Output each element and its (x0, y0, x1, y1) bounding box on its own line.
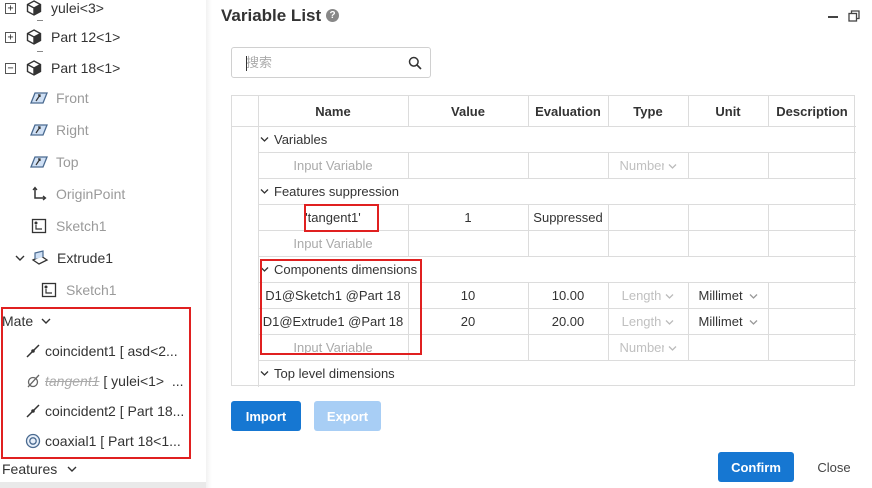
tree-item-label: Right (56, 122, 89, 138)
unit-select-value: Millimet (698, 287, 743, 303)
part-cube-icon (25, 59, 43, 77)
plane-icon (30, 89, 48, 107)
tree-scroll-track[interactable] (0, 482, 206, 488)
chevron-down-icon (668, 158, 677, 173)
tree-item-front[interactable]: Front (30, 85, 89, 111)
features-label: Features (2, 461, 58, 477)
input-variable-cell[interactable]: Input Variable (258, 230, 408, 256)
dim-value-cell[interactable]: 20 (408, 308, 528, 334)
help-icon[interactable]: ? (326, 9, 339, 22)
tree-item-extrude-sketch1[interactable]: Sketch1 (40, 277, 117, 303)
unit-select-value: Millimet (698, 313, 743, 329)
type-select[interactable]: Number (608, 334, 688, 360)
chevron-down-icon (668, 340, 677, 355)
column-header-unit[interactable]: Unit (688, 96, 768, 126)
tree-item-label: Front (56, 90, 89, 106)
search-icon[interactable] (408, 56, 422, 75)
dim-evaluation-cell: 10.00 (551, 287, 585, 303)
restore-window-icon[interactable] (848, 9, 860, 22)
dim-evaluation-cell: 20.00 (551, 313, 585, 329)
plane-icon (30, 153, 48, 171)
variable-table: Name Value Evaluation Type Unit Descript… (231, 95, 856, 387)
column-header-description[interactable]: Description (768, 96, 856, 126)
type-select[interactable]: Length (608, 282, 688, 308)
tree-item-top[interactable]: Top (30, 149, 79, 175)
suppress-evaluation-cell: Suppressed (533, 209, 603, 225)
suppress-value-cell[interactable]: 1 (408, 204, 528, 230)
expand-icon[interactable]: + (5, 2, 16, 14)
search-input[interactable] (236, 52, 396, 74)
highlight-box-mates (1, 307, 191, 459)
origin-axes-icon (30, 185, 48, 203)
part-cube-icon (25, 0, 43, 17)
unit-select[interactable]: Millimet (688, 308, 768, 334)
chevron-down-icon (665, 288, 674, 303)
column-header-value[interactable]: Value (408, 96, 528, 126)
feature-tree-panel: + yulei<3> + Part 12<1> − Part 18<1> Fro… (0, 0, 212, 488)
confirm-button[interactable]: Confirm (718, 452, 794, 482)
tree-item-originpoint[interactable]: OriginPoint (30, 181, 125, 207)
type-select[interactable]: Number (608, 152, 688, 178)
expand-icon[interactable]: + (5, 31, 16, 43)
tree-item-right[interactable]: Right (30, 117, 89, 143)
dim-value-cell[interactable]: 10 (408, 282, 528, 308)
chevron-down-icon[interactable] (260, 370, 269, 377)
tree-item-label: Sketch1 (66, 282, 117, 298)
type-select-value: Number (619, 339, 664, 355)
chevron-down-icon (749, 314, 758, 329)
text-cursor (246, 56, 247, 71)
tree-item-part12[interactable]: + Part 12<1> (5, 24, 120, 50)
search-box[interactable] (231, 47, 431, 78)
input-variable-cell[interactable]: Input Variable (258, 152, 408, 178)
group-row-top-level-dimensions[interactable]: Top level dimensions (260, 360, 395, 386)
tree-item-label: yulei<3> (51, 0, 104, 16)
tree-item-label: Part 12<1> (51, 29, 121, 45)
chevron-down-icon (749, 288, 758, 303)
column-header-evaluation[interactable]: Evaluation (528, 96, 608, 126)
plane-icon (30, 121, 48, 139)
chevron-down-icon[interactable] (260, 188, 269, 195)
tree-item-label: OriginPoint (56, 186, 126, 202)
group-label: Features suppression (274, 183, 400, 199)
type-select[interactable]: Length (608, 308, 688, 334)
chevron-down-icon[interactable] (260, 136, 269, 143)
part-cube-icon (25, 28, 43, 46)
tree-item-part18[interactable]: − Part 18<1> (5, 55, 120, 81)
group-label: Variables (274, 131, 328, 147)
tree-item-label: Sketch1 (56, 218, 107, 234)
tree-item-label: Top (56, 154, 79, 170)
group-label: Top level dimensions (274, 365, 395, 381)
highlight-box-components (260, 259, 422, 355)
variable-list-dialog: Variable List ? 搜索 Name Value Evaluation… (212, 0, 872, 488)
chevron-down-icon[interactable] (15, 254, 25, 262)
type-select-value: Length (621, 313, 662, 329)
sketch-icon (40, 281, 58, 299)
export-button[interactable]: Export (314, 401, 381, 431)
type-select-value: Number (619, 157, 664, 173)
tree-item-sketch1[interactable]: Sketch1 (30, 213, 107, 239)
tree-item-extrude1[interactable]: Extrude1 (15, 245, 113, 271)
import-button[interactable]: Import (231, 401, 301, 431)
tree-item-yulei[interactable]: + yulei<3> (5, 0, 104, 21)
sketch-icon (30, 217, 48, 235)
tree-item-label: Part 18<1> (51, 60, 121, 76)
column-header-name[interactable]: Name (258, 96, 408, 126)
collapse-icon[interactable]: − (5, 62, 16, 74)
group-row-features-suppression[interactable]: Features suppression (260, 178, 399, 204)
unit-select[interactable]: Millimet (688, 282, 768, 308)
group-row-variables[interactable]: Variables (260, 126, 327, 152)
column-header-type[interactable]: Type (608, 96, 688, 126)
extrude-icon (31, 249, 49, 267)
type-select-value: Length (621, 287, 662, 303)
close-button[interactable]: Close (806, 452, 862, 482)
tree-item-label: Extrude1 (57, 250, 114, 266)
minimize-button[interactable] (828, 16, 838, 18)
dialog-title: Variable List (221, 6, 322, 25)
chevron-down-icon (665, 314, 674, 329)
chevron-down-icon[interactable] (67, 465, 77, 473)
features-section-header[interactable]: Features (2, 456, 83, 482)
highlight-box-suppress (304, 204, 379, 232)
